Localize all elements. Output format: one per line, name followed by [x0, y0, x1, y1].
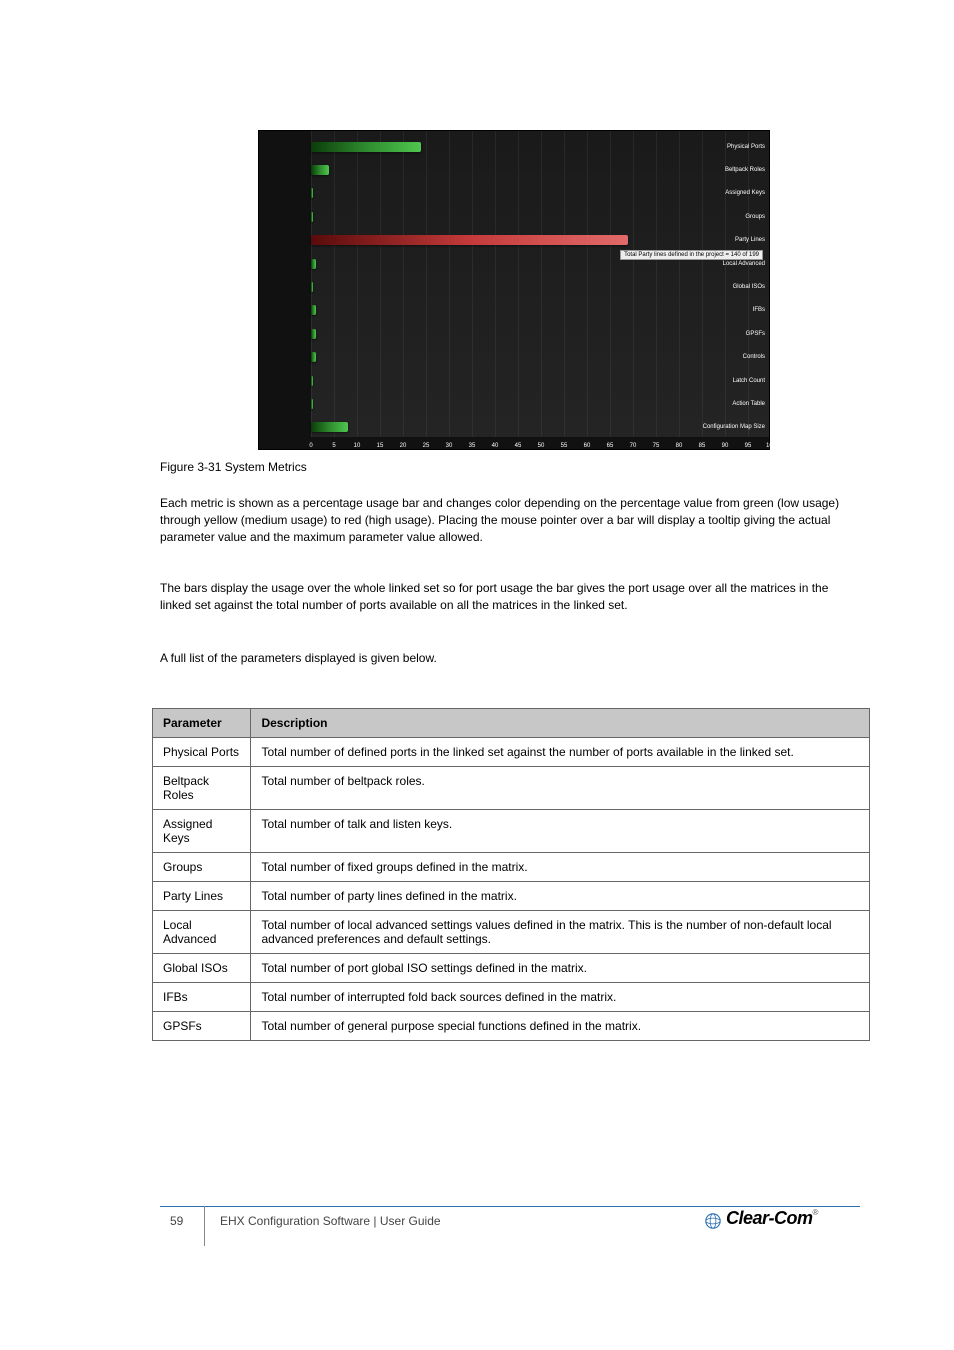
body-paragraph: The bars display the usage over the whol… [160, 580, 860, 614]
x-tick-label: 60 [584, 443, 591, 449]
table-row: Local AdvancedTotal number of local adva… [153, 911, 870, 954]
x-tick-label: 0 [309, 443, 312, 449]
table-row: Party LinesTotal number of party lines d… [153, 882, 870, 911]
table-header: Description [251, 709, 870, 738]
bar [311, 305, 316, 315]
desc-cell: Total number of local advanced settings … [251, 911, 870, 954]
x-tick-label: 10 [354, 443, 361, 449]
table-row: IFBsTotal number of interrupted fold bac… [153, 983, 870, 1012]
x-tick-label: 35 [469, 443, 476, 449]
x-tick-label: 15 [377, 443, 384, 449]
bar-row [311, 142, 771, 152]
bar-row [311, 235, 771, 245]
bar [311, 376, 313, 386]
footer-rule [160, 1206, 860, 1207]
desc-cell: Total number of interrupted fold back so… [251, 983, 870, 1012]
param-cell: GPSFs [153, 1012, 251, 1041]
x-tick-label: 50 [538, 443, 545, 449]
desc-cell: Total number of talk and listen keys. [251, 810, 870, 853]
desc-cell: Total number of party lines defined in t… [251, 882, 870, 911]
x-tick-label: 90 [722, 443, 729, 449]
table-header: Parameter [153, 709, 251, 738]
footer-title: EHX Configuration Software | User Guide [220, 1214, 441, 1228]
x-tick-label: 75 [653, 443, 660, 449]
bar [311, 142, 421, 152]
clear-com-logo: Clear-Com® [704, 1208, 834, 1238]
globe-icon [704, 1212, 722, 1230]
bar [311, 399, 313, 409]
x-tick-label: 30 [446, 443, 453, 449]
bar-row [311, 352, 771, 362]
desc-cell: Total number of port global ISO settings… [251, 954, 870, 983]
bar [311, 165, 329, 175]
x-tick-label: 40 [492, 443, 499, 449]
x-axis: 0510152025303540455055606570758085909510… [311, 437, 769, 449]
bar-row [311, 422, 771, 432]
bar-row [311, 329, 771, 339]
x-tick-label: 95 [745, 443, 752, 449]
param-cell: IFBs [153, 983, 251, 1012]
x-tick-label: 45 [515, 443, 522, 449]
desc-cell: Total number of beltpack roles. [251, 767, 870, 810]
footer-divider [204, 1206, 205, 1246]
param-cell: Assigned Keys [153, 810, 251, 853]
table-row: GPSFsTotal number of general purpose spe… [153, 1012, 870, 1041]
system-metrics-chart: 0510152025303540455055606570758085909510… [258, 130, 770, 450]
table-row: Physical PortsTotal number of defined po… [153, 738, 870, 767]
parameters-table: Parameter Description Physical PortsTota… [152, 708, 870, 1041]
bar [311, 188, 313, 198]
x-tick-label: 20 [400, 443, 407, 449]
param-cell: Beltpack Roles [153, 767, 251, 810]
figure-caption: Figure 3-31 System Metrics [160, 460, 800, 474]
desc-cell: Total number of general purpose special … [251, 1012, 870, 1041]
bar-row [311, 282, 771, 292]
gridline [771, 131, 772, 437]
desc-cell: Total number of fixed groups defined in … [251, 853, 870, 882]
desc-cell: Total number of defined ports in the lin… [251, 738, 870, 767]
param-cell: Groups [153, 853, 251, 882]
table-row: Global ISOsTotal number of port global I… [153, 954, 870, 983]
bar-row [311, 399, 771, 409]
bar [311, 282, 313, 292]
logo-text: Clear-Com® [726, 1208, 818, 1228]
x-tick-label: 80 [676, 443, 683, 449]
body-paragraph: Each metric is shown as a percentage usa… [160, 495, 860, 545]
bar [311, 352, 316, 362]
x-tick-label: 100 [766, 443, 776, 449]
body-paragraph: A full list of the parameters displayed … [160, 650, 860, 667]
bar [311, 235, 628, 245]
param-cell: Local Advanced [153, 911, 251, 954]
x-tick-label: 85 [699, 443, 706, 449]
param-cell: Physical Ports [153, 738, 251, 767]
bar-row [311, 212, 771, 222]
page-number: 59 [170, 1214, 183, 1228]
x-tick-label: 55 [561, 443, 568, 449]
table-header-row: Parameter Description [153, 709, 870, 738]
bar-row [311, 188, 771, 198]
bar-row [311, 165, 771, 175]
x-tick-label: 65 [607, 443, 614, 449]
bar [311, 212, 313, 222]
x-tick-label: 5 [332, 443, 335, 449]
bar [311, 422, 348, 432]
bar [311, 259, 316, 269]
table-row: Beltpack RolesTotal number of beltpack r… [153, 767, 870, 810]
bar-row [311, 305, 771, 315]
x-tick-label: 25 [423, 443, 430, 449]
bar-row [311, 376, 771, 386]
param-cell: Party Lines [153, 882, 251, 911]
bar [311, 329, 316, 339]
table-row: Assigned KeysTotal number of talk and li… [153, 810, 870, 853]
x-tick-label: 70 [630, 443, 637, 449]
table-row: GroupsTotal number of fixed groups defin… [153, 853, 870, 882]
param-cell: Global ISOs [153, 954, 251, 983]
chart-tooltip: Total Party lines defined in the project… [620, 250, 763, 260]
